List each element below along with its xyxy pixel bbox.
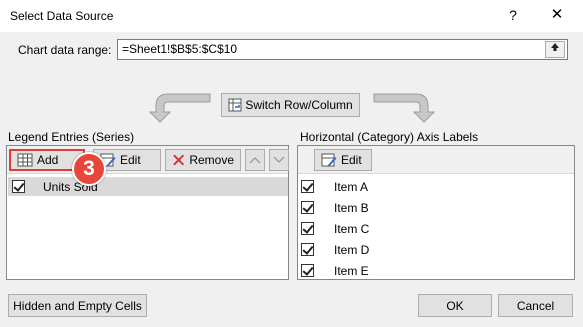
help-button[interactable]: ? — [502, 4, 524, 26]
close-button[interactable]: ✕ — [546, 4, 568, 26]
chart-data-range-input[interactable]: =Sheet1!$B$5:$C$10 — [117, 39, 568, 60]
axis-labels-panel: Edit Item A Item B Item C Item D Item E — [297, 145, 575, 280]
list-item[interactable]: Item B — [301, 198, 369, 217]
curved-arrow-right-icon — [373, 93, 436, 123]
item-checkbox[interactable] — [301, 201, 314, 214]
move-down-button[interactable] — [269, 149, 289, 171]
item-label: Item C — [334, 221, 370, 236]
item-label: Item E — [334, 263, 369, 278]
switch-row-column-icon — [228, 98, 242, 112]
series-checkbox[interactable] — [12, 180, 25, 193]
list-item[interactable]: Item A — [301, 177, 368, 196]
collapse-arrow-icon — [551, 43, 559, 51]
curved-arrow-left-icon — [148, 93, 211, 123]
item-checkbox[interactable] — [301, 222, 314, 235]
edit-icon — [321, 153, 337, 167]
ok-button[interactable]: OK — [418, 294, 492, 317]
edit-axis-labels-button[interactable]: Edit — [314, 149, 372, 171]
add-label: Add — [37, 153, 59, 167]
chevron-up-icon — [249, 157, 261, 164]
cancel-button[interactable]: Cancel — [498, 294, 573, 317]
axis-edit-label: Edit — [341, 153, 362, 167]
remove-label: Remove — [189, 153, 234, 167]
hidden-empty-cells-button[interactable]: Hidden and Empty Cells — [8, 294, 147, 317]
axis-toolbar: Edit — [298, 146, 574, 174]
edit-label: Edit — [120, 153, 141, 167]
collapse-dialog-button[interactable] — [545, 41, 565, 58]
step-number-badge: 3 — [72, 152, 106, 186]
series-row[interactable]: Units Sold — [8, 177, 288, 196]
remove-series-button[interactable]: Remove — [165, 149, 241, 171]
title-bar: Select Data Source ? ✕ — [0, 0, 583, 32]
item-label: Item A — [334, 179, 369, 194]
legend-entries-panel: Add Edit Remove Units Sold — [6, 145, 289, 280]
axis-labels-label: Horizontal (Category) Axis Labels — [300, 130, 479, 144]
item-checkbox[interactable] — [301, 264, 314, 277]
add-table-icon — [17, 153, 33, 167]
item-checkbox[interactable] — [301, 243, 314, 256]
remove-x-icon — [173, 154, 185, 166]
item-checkbox[interactable] — [301, 180, 314, 193]
move-up-button[interactable] — [245, 149, 265, 171]
list-item[interactable]: Item D — [301, 240, 369, 259]
legend-entries-label: Legend Entries (Series) — [8, 130, 135, 144]
dialog-title: Select Data Source — [10, 9, 114, 23]
list-item[interactable]: Item E — [301, 261, 369, 280]
switch-row-column-label: Switch Row/Column — [245, 98, 353, 112]
chart-data-range-label: Chart data range: — [18, 43, 112, 57]
list-item[interactable]: Item C — [301, 219, 369, 238]
legend-toolbar: Add Edit Remove — [7, 146, 289, 174]
chevron-down-icon — [273, 156, 285, 163]
item-label: Item D — [334, 242, 370, 257]
switch-row-column-button[interactable]: Switch Row/Column — [221, 93, 360, 117]
item-label: Item B — [334, 200, 369, 215]
